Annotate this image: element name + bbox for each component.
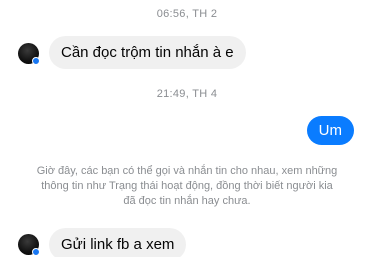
- message-timestamp: 21:49, TH 4: [156, 88, 218, 100]
- chat-notice-line: Giờ đây, các bạn có thể gọi và nhắn tin …: [36, 165, 338, 177]
- chat-notice-line: đã đọc tin nhắn hay chưa.: [123, 195, 251, 207]
- chat-notice: Giờ đây, các bạn có thể gọi và nhắn tin …: [0, 164, 374, 209]
- online-status-dot: [32, 248, 40, 256]
- avatar[interactable]: [18, 43, 40, 65]
- message-timestamp: 06:56, TH 2: [156, 8, 218, 20]
- chat-notice-line: thông tin như Trạng thái hoạt động, đồng…: [41, 180, 333, 192]
- avatar[interactable]: [18, 234, 40, 256]
- incoming-message-bubble[interactable]: Gửi link fb a xem: [49, 228, 187, 257]
- outgoing-message-bubble[interactable]: Um: [306, 116, 354, 145]
- online-status-dot: [32, 57, 40, 65]
- incoming-message-bubble[interactable]: Cần đọc trộm tin nhắn à e: [49, 36, 246, 69]
